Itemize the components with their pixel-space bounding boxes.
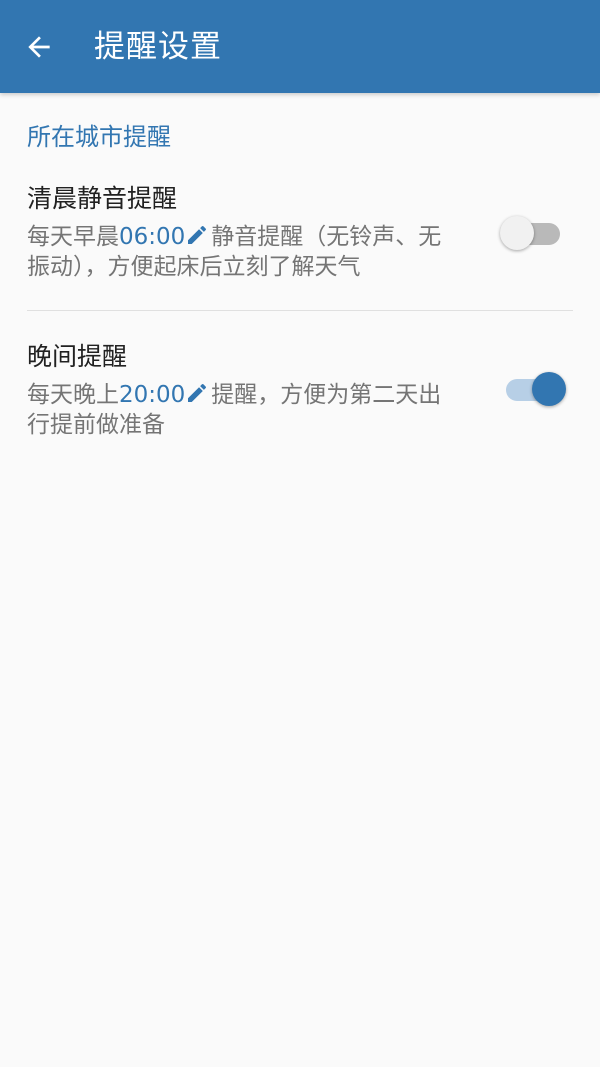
setting-title: 清晨静音提醒 xyxy=(27,184,178,213)
section-title: 所在城市提醒 xyxy=(27,123,171,151)
desc-prefix: 每天晚上 xyxy=(27,382,119,408)
desc-prefix: 每天早晨 xyxy=(27,224,119,250)
toggle-thumb xyxy=(500,216,534,250)
page-title: 提醒设置 xyxy=(94,29,222,65)
setting-description: 每天早晨06:00 静音提醒（无铃声、无振动），方便起床后立刻了解天气 xyxy=(27,222,457,282)
back-button[interactable] xyxy=(14,22,64,72)
pencil-icon[interactable] xyxy=(185,381,209,405)
pencil-icon[interactable] xyxy=(185,223,209,247)
morning-reminder-toggle[interactable] xyxy=(500,213,564,253)
time-value[interactable]: 06:00 xyxy=(119,224,185,250)
setting-title: 晚间提醒 xyxy=(27,342,128,371)
divider xyxy=(27,310,573,311)
toggle-thumb xyxy=(532,372,566,406)
evening-reminder-toggle[interactable] xyxy=(502,369,566,409)
time-value[interactable]: 20:00 xyxy=(119,382,185,408)
setting-description: 每天晚上20:00 提醒，方便为第二天出行提前做准备 xyxy=(27,380,457,440)
arrow-left-icon xyxy=(28,36,50,58)
app-bar: 提醒设置 xyxy=(0,0,600,93)
